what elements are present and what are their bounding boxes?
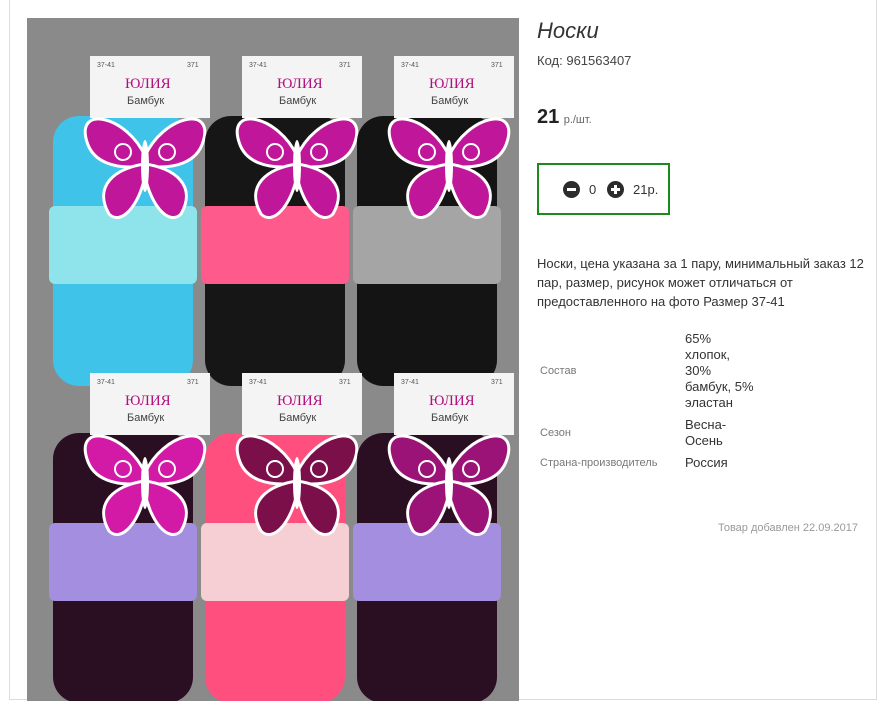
- tag-number: 371: [491, 62, 503, 69]
- tag-size: 37-41: [401, 62, 419, 69]
- property-row: Сезон Весна-Осень: [537, 414, 755, 452]
- tag-material: Бамбук: [431, 412, 468, 424]
- product-title: Носки: [537, 18, 599, 43]
- product-code: Код: 961563407: [537, 53, 867, 68]
- tag-number: 371: [339, 379, 351, 386]
- property-value: Россия: [685, 455, 728, 470]
- properties-table: Состав 65% хлопок, 30% бамбук, 5% эласта…: [537, 328, 755, 474]
- quantity-box: 0 21р.: [537, 163, 670, 215]
- sock-item: 37-41 371 ЮЛИЯ Бамбук: [353, 56, 514, 386]
- tag-material: Бамбук: [127, 95, 164, 107]
- product-price: 21 р./шт.: [537, 106, 592, 129]
- tag-brand: ЮЛИЯ: [277, 76, 323, 92]
- sock-item: 37-41 371 ЮЛИЯ Бамбук: [49, 56, 210, 386]
- property-row: Состав 65% хлопок, 30% бамбук, 5% эласта…: [537, 328, 755, 414]
- code-value: 961563407: [566, 53, 632, 68]
- quantity-sum: 21р.: [633, 182, 659, 197]
- sock-item: 37-41 371 ЮЛИЯ Бамбук: [201, 373, 362, 701]
- sock-item: 37-41 371 ЮЛИЯ Бамбук: [353, 373, 514, 701]
- product-description: Носки, цена указана за 1 пару, минимальн…: [537, 256, 864, 309]
- product-photo[interactable]: 37-41 371 ЮЛИЯ Бамбук 37-41 371 ЮЛИЯ Бамбук 37-4…: [27, 18, 519, 701]
- minus-circle-icon[interactable]: [563, 181, 580, 198]
- property-value: 65% хлопок, 30% бамбук, 5% эластан: [685, 331, 754, 410]
- tag-material: Бамбук: [279, 95, 316, 107]
- tag-brand: ЮЛИЯ: [125, 393, 171, 409]
- price-unit: р./шт.: [563, 114, 592, 126]
- quantity-value: 0: [589, 182, 597, 197]
- added-date: Товар добавлен 22.09.2017: [717, 522, 858, 534]
- tag-material: Бамбук: [127, 412, 164, 424]
- tag-size: 37-41: [97, 379, 115, 386]
- tag-size: 37-41: [249, 379, 267, 386]
- code-label: Код:: [537, 53, 563, 68]
- tag-brand: ЮЛИЯ: [125, 76, 171, 92]
- property-name: Сезон: [540, 427, 571, 439]
- property-name: Страна-производитель: [540, 457, 658, 469]
- tag-number: 371: [187, 379, 199, 386]
- tag-number: 371: [491, 379, 503, 386]
- sock-item: 37-41 371 ЮЛИЯ Бамбук: [49, 373, 210, 701]
- tag-brand: ЮЛИЯ: [429, 76, 475, 92]
- product-info: Носки Код: 961563407 21 р./шт. 0 21р. Но…: [537, 18, 867, 534]
- sock-item: 37-41 371 ЮЛИЯ Бамбук: [201, 56, 362, 386]
- property-row: Страна-производитель Россия: [537, 452, 755, 474]
- tag-material: Бамбук: [279, 412, 316, 424]
- tag-size: 37-41: [249, 62, 267, 69]
- tag-size: 37-41: [401, 379, 419, 386]
- tag-number: 371: [187, 62, 199, 69]
- tag-number: 371: [339, 62, 351, 69]
- tag-material: Бамбук: [431, 95, 468, 107]
- tag-brand: ЮЛИЯ: [277, 393, 323, 409]
- price-value: 21: [537, 106, 560, 128]
- socks-image: 37-41 371ЮЛИЯБамбук37-41 371ЮЛИЯБамбук37-4…: [49, 56, 514, 701]
- plus-circle-icon[interactable]: [607, 181, 624, 198]
- property-value: Весна-Осень: [685, 417, 727, 448]
- tag-brand: ЮЛИЯ: [429, 393, 475, 409]
- property-name: Состав: [540, 365, 577, 377]
- tag-size: 37-41: [97, 62, 115, 69]
